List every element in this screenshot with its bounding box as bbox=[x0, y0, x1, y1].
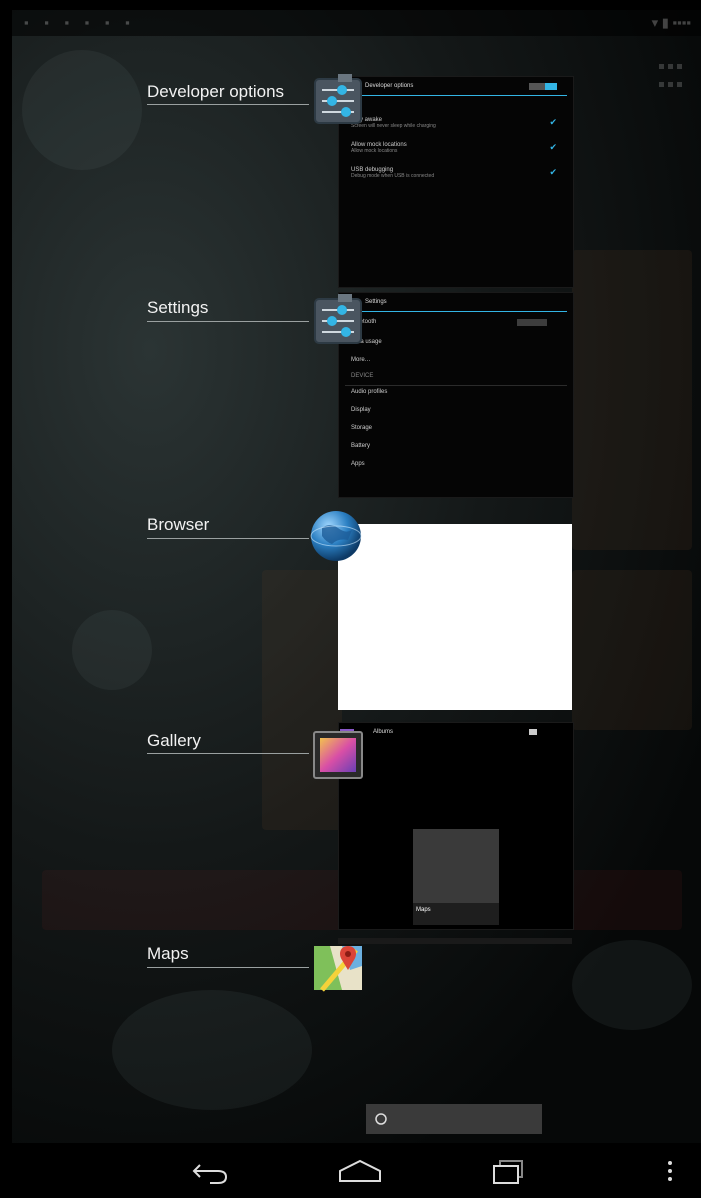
thumb-toggle bbox=[517, 319, 547, 326]
gallery-thumbnail[interactable]: Albums Maps bbox=[338, 722, 574, 930]
thumb-row: More… bbox=[351, 357, 371, 363]
thumb-row: USB debugging Debug mode when USB is con… bbox=[351, 167, 557, 179]
thumb-row: Stay awake Screen will never sleep while… bbox=[351, 117, 557, 129]
thumb-row: Allow mock locations Allow mock location… bbox=[351, 142, 557, 154]
label-divider bbox=[147, 321, 309, 322]
checkbox-icon: ✔ bbox=[549, 117, 557, 127]
thumb-divider bbox=[345, 385, 567, 386]
recent-task-label: Maps bbox=[147, 944, 189, 963]
recent-task-browser[interactable]: Browser bbox=[0, 508, 701, 718]
recent-apps-icon[interactable] bbox=[478, 1153, 538, 1189]
maps-thumbnail[interactable] bbox=[338, 938, 572, 944]
thumb-title: Albums bbox=[373, 729, 394, 735]
status-bar: ▪ ▪ ▪ ▪ ▪ ▪ ▾ ▮ ▪▪▪▪ bbox=[12, 10, 701, 36]
maps-pin-icon bbox=[314, 946, 362, 992]
system-status-icons: ▾ ▮ ▪▪▪▪ bbox=[651, 15, 691, 30]
browser-thumbnail[interactable] bbox=[338, 524, 572, 710]
label-divider bbox=[147, 538, 309, 539]
search-icon bbox=[375, 1113, 387, 1125]
recent-task-gallery[interactable]: Gallery Albums Maps bbox=[0, 718, 701, 933]
recent-task-label: Settings bbox=[147, 298, 209, 317]
recent-task-label: Developer options bbox=[147, 82, 285, 101]
search-bar[interactable] bbox=[366, 1104, 542, 1134]
navigation-bar bbox=[0, 1143, 701, 1198]
checkbox-icon: ✔ bbox=[549, 142, 557, 152]
recent-task-maps[interactable]: Maps bbox=[0, 934, 701, 1004]
thumb-header-line bbox=[345, 95, 567, 96]
camera-icon bbox=[529, 729, 537, 735]
recent-task-label: Gallery bbox=[147, 731, 201, 750]
thumb-row: Display bbox=[351, 407, 371, 413]
globe-icon bbox=[310, 511, 362, 561]
thumb-row: Battery bbox=[351, 443, 371, 449]
thumb-row: Storage bbox=[351, 425, 373, 431]
thumb-row: Audio profiles bbox=[351, 389, 388, 395]
label-divider bbox=[147, 753, 309, 754]
album-tile: Maps bbox=[413, 829, 499, 925]
recent-task-label: Browser bbox=[147, 515, 210, 534]
thumb-title: Settings bbox=[365, 299, 387, 305]
notification-icons: ▪ ▪ ▪ ▪ ▪ ▪ bbox=[24, 15, 136, 30]
settings-thumbnail[interactable]: Settings Bluetooth Data usage More… DEVI… bbox=[338, 292, 574, 498]
thumb-title: Developer options bbox=[365, 83, 414, 89]
thumb-row: Data usage bbox=[351, 339, 382, 345]
overflow-menu-icon[interactable] bbox=[650, 1153, 690, 1189]
label-divider bbox=[147, 104, 309, 105]
settings-sliders-icon bbox=[314, 294, 362, 344]
home-icon[interactable] bbox=[330, 1153, 390, 1189]
back-icon[interactable] bbox=[180, 1153, 240, 1189]
label-divider bbox=[147, 967, 309, 968]
recent-task-developer-options[interactable]: Developer options Developer options Stay… bbox=[0, 72, 701, 292]
thumb-header-line bbox=[345, 311, 567, 312]
thumb-section: DEVICE bbox=[351, 373, 374, 379]
gallery-photo-icon bbox=[313, 729, 363, 779]
checkbox-icon: ✔ bbox=[549, 167, 557, 177]
thumb-toggle bbox=[529, 83, 557, 90]
developer-options-thumbnail[interactable]: Developer options Stay awake Screen will… bbox=[338, 76, 574, 288]
thumb-row: Apps bbox=[351, 461, 365, 467]
settings-sliders-icon bbox=[314, 74, 362, 124]
recent-task-settings[interactable]: Settings Settings Bluetooth Data usage M… bbox=[0, 288, 701, 503]
